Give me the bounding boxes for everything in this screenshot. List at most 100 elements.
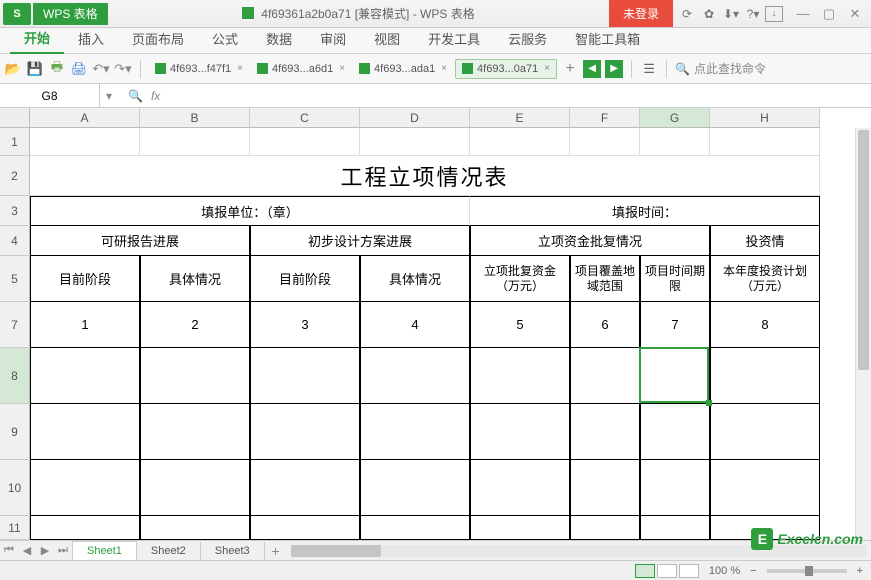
cell[interactable]: 填报单位：（章）	[30, 196, 470, 226]
formula-input[interactable]	[170, 84, 871, 107]
cell[interactable]	[140, 460, 250, 516]
scroll-thumb[interactable]	[291, 545, 381, 557]
cell[interactable]: 1	[30, 302, 140, 348]
print-icon[interactable]: 🖶	[48, 60, 66, 78]
cell[interactable]	[360, 348, 470, 404]
minimize-button[interactable]: ―	[791, 3, 815, 25]
close-icon[interactable]: ×	[441, 63, 447, 74]
cell[interactable]: 填报时间：	[470, 196, 820, 226]
close-icon[interactable]: ×	[544, 63, 550, 74]
scroll-thumb[interactable]	[858, 130, 869, 370]
cell[interactable]	[30, 128, 140, 156]
login-button[interactable]: 未登录	[609, 0, 673, 27]
row-header-8[interactable]: 8	[0, 348, 30, 404]
add-sheet-button[interactable]: +	[265, 543, 287, 559]
menu-tab-6[interactable]: 视图	[360, 24, 414, 53]
close-icon[interactable]: ×	[339, 63, 345, 74]
fx-label[interactable]: fx	[151, 89, 160, 103]
sheet-first-button[interactable]: ⏮	[0, 544, 18, 557]
cell[interactable]	[640, 348, 710, 404]
cell-grid[interactable]: 工程立项情况表填报单位：（章）填报时间：可研报告进展初步设计方案进展立项资金批复…	[30, 128, 871, 540]
row-header-4[interactable]: 4	[0, 226, 30, 256]
cell[interactable]: 目前阶段	[250, 256, 360, 302]
print-preview-icon[interactable]: 🖨	[70, 60, 88, 78]
cell[interactable]	[250, 460, 360, 516]
menu-tab-7[interactable]: 开发工具	[414, 24, 494, 53]
menu-tab-4[interactable]: 数据	[252, 24, 306, 53]
save-icon[interactable]: 💾	[26, 60, 44, 78]
menu-tab-2[interactable]: 页面布局	[118, 24, 198, 53]
vertical-scrollbar[interactable]	[855, 128, 871, 540]
help-icon[interactable]: ⬇▾	[721, 4, 741, 24]
cell[interactable]	[470, 460, 570, 516]
cell[interactable]	[640, 460, 710, 516]
row-header-3[interactable]: 3	[0, 196, 30, 226]
cell[interactable]	[360, 128, 470, 156]
menu-tab-0[interactable]: 开始	[10, 23, 64, 54]
menu-tab-1[interactable]: 插入	[64, 24, 118, 53]
sheet-prev-button[interactable]: ◀	[18, 544, 36, 557]
close-icon[interactable]: ×	[237, 63, 243, 74]
cell[interactable]: 目前阶段	[30, 256, 140, 302]
cell[interactable]	[360, 460, 470, 516]
col-header-A[interactable]: A	[30, 108, 140, 128]
close-button[interactable]: ✕	[843, 3, 867, 25]
app-logo-icon[interactable]: S	[3, 3, 31, 25]
cell[interactable]: 2	[140, 302, 250, 348]
zoom-thumb[interactable]	[805, 566, 813, 576]
cell[interactable]	[570, 404, 640, 460]
col-header-D[interactable]: D	[360, 108, 470, 128]
cell[interactable]	[710, 128, 820, 156]
cell[interactable]: 7	[640, 302, 710, 348]
doc-tab-0[interactable]: 4f693...f47f1×	[149, 60, 249, 78]
open-icon[interactable]: 📂	[4, 60, 22, 78]
fill-handle[interactable]	[706, 400, 712, 406]
cell[interactable]: 项目覆盖地域范围	[570, 256, 640, 302]
zoom-in-button[interactable]: +	[857, 565, 863, 577]
view-normal-button[interactable]	[635, 564, 655, 578]
cell[interactable]	[140, 404, 250, 460]
sheet-tab-Sheet1[interactable]: Sheet1	[72, 541, 137, 560]
cell[interactable]	[250, 516, 360, 540]
cell[interactable]	[250, 128, 360, 156]
doc-tab-3[interactable]: 4f693...0a71×	[455, 59, 557, 79]
cell[interactable]	[140, 348, 250, 404]
formula-search-icon[interactable]: 🔍	[128, 89, 143, 103]
menu-tab-9[interactable]: 智能工具箱	[561, 24, 654, 53]
download-icon[interactable]: ↓	[765, 6, 783, 22]
menu-tab-3[interactable]: 公式	[198, 24, 252, 53]
cell[interactable]: 投资情	[710, 226, 820, 256]
cell[interactable]: 具体情况	[140, 256, 250, 302]
cell[interactable]	[570, 460, 640, 516]
cell[interactable]	[570, 128, 640, 156]
select-all-corner[interactable]	[0, 108, 30, 128]
maximize-button[interactable]: ▢	[817, 3, 841, 25]
col-header-C[interactable]: C	[250, 108, 360, 128]
row-header-10[interactable]: 10	[0, 460, 30, 516]
cell[interactable]	[30, 460, 140, 516]
cell[interactable]	[710, 404, 820, 460]
add-tab-button[interactable]: +	[561, 60, 579, 78]
tab-next-button[interactable]: ▶	[605, 60, 623, 78]
sync-icon[interactable]: ⟳	[677, 4, 697, 24]
zoom-out-button[interactable]: −	[750, 565, 756, 577]
row-header-1[interactable]: 1	[0, 128, 30, 156]
view-page-button[interactable]	[657, 564, 677, 578]
sheet-tab-Sheet3[interactable]: Sheet3	[201, 542, 265, 560]
cell[interactable]	[250, 404, 360, 460]
cell[interactable]	[710, 460, 820, 516]
cell[interactable]: 6	[570, 302, 640, 348]
col-header-G[interactable]: G	[640, 108, 710, 128]
cell[interactable]: 本年度投资计划（万元）	[710, 256, 820, 302]
cell[interactable]	[470, 348, 570, 404]
settings-icon[interactable]: ✿	[699, 4, 719, 24]
cell[interactable]: 立项资金批复情况	[470, 226, 710, 256]
cell[interactable]: 3	[250, 302, 360, 348]
cell[interactable]	[470, 516, 570, 540]
row-header-9[interactable]: 9	[0, 404, 30, 460]
help2-icon[interactable]: ?▾	[743, 4, 763, 24]
col-header-F[interactable]: F	[570, 108, 640, 128]
undo-icon[interactable]: ↶▾	[92, 60, 110, 78]
cell[interactable]	[640, 128, 710, 156]
cell[interactable]: 项目时间期限	[640, 256, 710, 302]
